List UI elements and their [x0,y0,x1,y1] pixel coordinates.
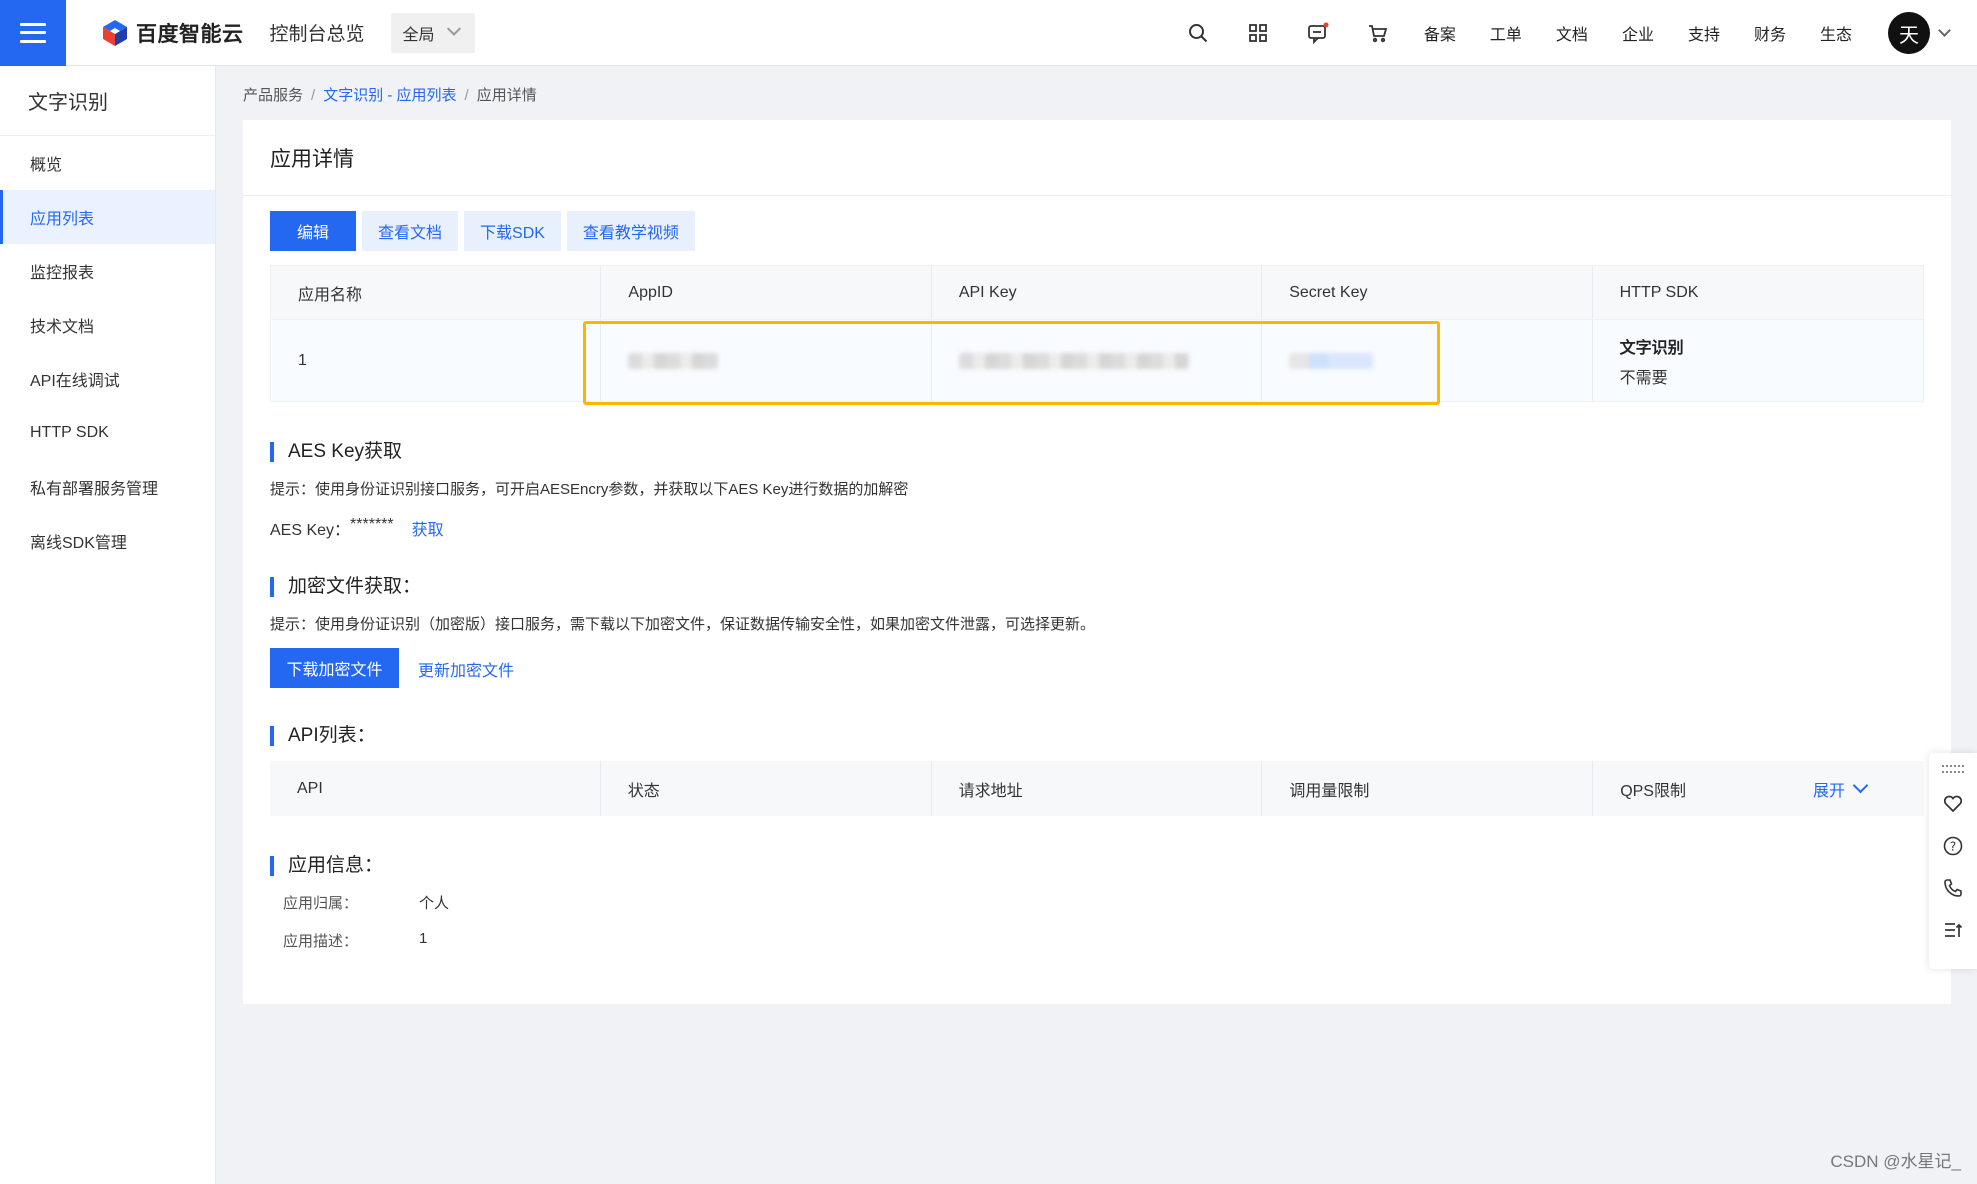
phone-icon[interactable] [1942,877,1964,899]
app-info-section-title: 应用信息： [270,856,383,876]
sidebar-title: 文字识别 [0,66,215,136]
sidebar-item-tech-docs[interactable]: 技术文档 [0,298,215,352]
breadcrumb-current: 应用详情 [476,87,537,104]
sidebar-item-http-sdk[interactable]: HTTP SDK [0,406,215,460]
app-owner-label: 应用归属： [283,895,359,912]
console-overview-link[interactable]: 控制台总览 [270,19,365,46]
column-header-api: API [270,761,601,816]
secret-key-value [1262,320,1593,401]
aes-key-section-title: AES Key获取 [270,442,402,462]
appid-value [601,320,932,401]
sidebar-item-offline-sdk[interactable]: 离线SDK管理 [0,514,215,568]
encrypt-file-section-title: 加密文件获取： [270,577,421,597]
aes-key-hint: 提示：使用身份证识别接口服务，可开启AESEncry参数，并获取以下AES Ke… [270,481,909,498]
chevron-down-icon [446,21,461,36]
download-sdk-button[interactable]: 下载SDK [464,211,561,251]
help-icon[interactable]: ? [1942,835,1964,857]
region-selector[interactable]: 全局 [390,12,475,53]
app-desc-value: 1 [419,930,428,947]
edit-button[interactable]: 编辑 [270,211,356,251]
logo-text: 百度智能云 [136,22,244,46]
app-owner-row: 应用归属： 个人 [283,892,449,913]
get-aes-key-link[interactable]: 获取 [412,516,444,540]
api-key-value [932,320,1263,401]
app-desc-label: 应用描述： [283,933,359,950]
message-icon[interactable] [1306,21,1330,45]
column-header-status: 状态 [601,761,932,816]
app-owner-value: 个人 [419,895,450,912]
topnav-link-support[interactable]: 支持 [1688,21,1720,45]
logo-cube-icon [103,19,127,46]
user-avatar[interactable]: 天 [1888,12,1930,54]
qps-header-label: QPS限制 [1620,782,1686,800]
column-header-request-url: 请求地址 [932,761,1263,816]
heart-icon[interactable] [1942,793,1964,815]
topnav-link-filing[interactable]: 备案 [1424,21,1456,45]
http-sdk-name: 文字识别 [1619,339,1684,357]
view-docs-button[interactable]: 查看文档 [362,211,459,251]
column-header-call-limit: 调用量限制 [1262,761,1594,816]
http-sdk-value: 文字识别 不需要 [1593,320,1923,401]
hamburger-menu-button[interactable] [0,0,66,66]
breadcrumb: 产品服务 / 文字识别 - 应用列表 / 应用详情 [243,87,537,104]
chevron-down-icon [1852,777,1869,794]
api-list-table-header: API 状态 请求地址 调用量限制 QPS限制 展开 [270,761,1924,816]
redacted-secret-key [1289,352,1374,369]
sidebar-item-monitoring[interactable]: 监控报表 [0,244,215,298]
app-name-value: 1 [271,320,602,401]
column-header-qps: QPS限制 展开 [1593,761,1924,816]
update-encrypt-file-link[interactable]: 更新加密文件 [418,657,514,681]
page-title: 应用详情 [243,120,1951,196]
topnav-link-docs[interactable]: 文档 [1556,21,1588,45]
column-header-api-key: API Key [932,266,1263,319]
column-header-app-name: 应用名称 [271,266,602,319]
table-row: 1 文字识别 不需要 [271,319,1923,401]
sidebar-item-private-deploy[interactable]: 私有部署服务管理 [0,460,215,514]
baidu-cloud-logo[interactable]: 百度智能云 [102,18,244,48]
app-credentials-table: 应用名称 AppID API Key Secret Key HTTP SDK 1… [270,265,1924,402]
api-list-section-title: API列表： [270,726,376,746]
column-header-http-sdk: HTTP SDK [1619,283,1699,301]
csdn-watermark: CSDN @水星记_ [1830,1152,1961,1171]
floating-toolbar: ? [1929,753,1977,969]
top-navigation-bar: 百度智能云 控制台总览 全局 备案 工单 文档 企业 支持 财务 生态 天 [0,0,1977,66]
apps-grid-icon[interactable] [1246,21,1270,45]
tutorial-video-button[interactable]: 查看教学视频 [566,211,695,251]
topnav-link-tickets[interactable]: 工单 [1490,21,1522,45]
hamburger-icon [20,22,46,43]
sidebar-item-app-list[interactable]: 应用列表 [0,190,215,244]
column-header-secret-key: Secret Key [1262,266,1593,319]
topnav-link-ecosystem[interactable]: 生态 [1820,21,1852,45]
table-header: 应用名称 AppID API Key Secret Key HTTP SDK [271,266,1923,319]
aes-key-value: ******* [350,516,394,533]
topnav-link-finance[interactable]: 财务 [1754,21,1786,45]
redacted-api-key [958,352,1189,369]
aes-key-row: AES Key： ******* 获取 [270,516,444,540]
drag-handle-icon[interactable] [1942,765,1964,773]
http-sdk-requirement: 不需要 [1619,369,1668,387]
cart-icon[interactable] [1366,21,1390,45]
svg-text:?: ? [1950,840,1956,854]
region-label: 全局 [402,26,435,44]
breadcrumb-root[interactable]: 产品服务 [243,87,303,104]
scroll-top-icon[interactable] [1942,919,1964,941]
app-detail-card: 应用详情 编辑 查看文档 下载SDK 查看教学视频 应用名称 AppID API… [243,120,1951,1004]
sidebar-item-api-debug[interactable]: API在线调试 [0,352,215,406]
search-icon[interactable] [1186,21,1210,45]
aes-key-label: AES Key： [270,522,351,539]
sidebar-item-overview[interactable]: 概览 [0,136,215,190]
expand-label: 展开 [1813,782,1846,800]
expand-api-list-button[interactable]: 展开 [1813,777,1869,801]
chevron-down-icon[interactable] [1938,24,1951,37]
encrypt-file-hint: 提示：使用身份证识别（加密版）接口服务，需下载以下加密文件，保证数据传输安全性，… [270,616,1096,633]
topnav-link-enterprise[interactable]: 企业 [1622,21,1654,45]
column-header-appid: AppID [601,266,932,319]
breadcrumb-app-list-link[interactable]: 文字识别 - 应用列表 [323,87,456,104]
action-button-row: 编辑 查看文档 下载SDK 查看教学视频 [270,211,701,251]
app-desc-row: 应用描述： 1 [283,930,427,951]
redacted-appid [628,352,719,369]
sidebar: 文字识别 概览 应用列表 监控报表 技术文档 API在线调试 HTTP SDK … [0,66,216,1184]
download-encrypt-file-button[interactable]: 下载加密文件 [270,648,399,688]
